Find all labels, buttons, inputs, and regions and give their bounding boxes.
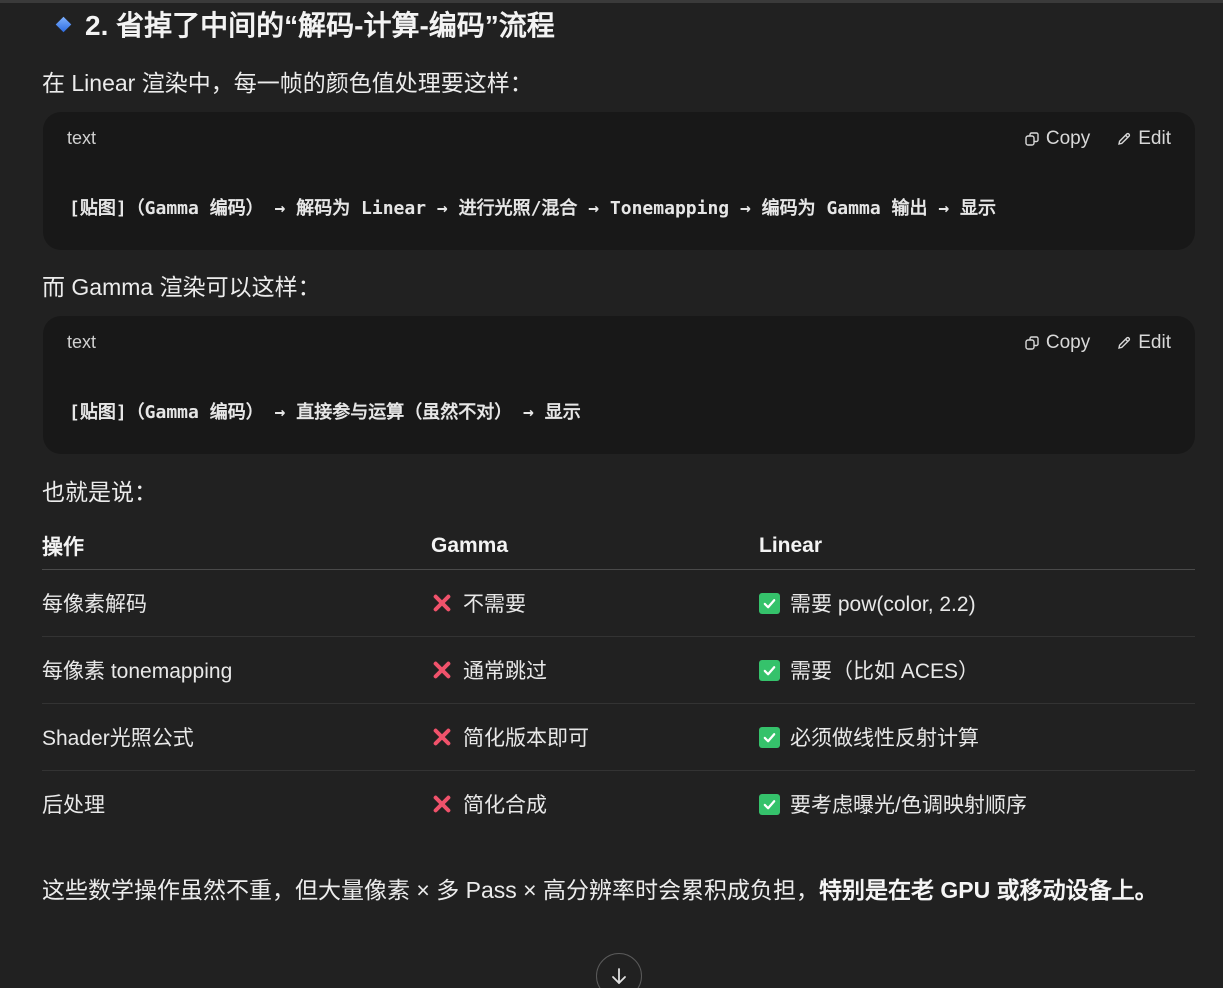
- header-operation: 操作: [42, 535, 84, 559]
- table-row: 后处理 简化合成 要考虑曝光/色调映射顺序: [42, 771, 1195, 837]
- cell-linear-text: 需要（比如 ACES）: [790, 660, 980, 683]
- section-heading: 2. 省掉了中间的“解码-计算-编码”流程: [54, 2, 555, 46]
- cell-linear-text: 需要 pow(color, 2.2): [790, 593, 976, 616]
- copy-icon: [1025, 336, 1039, 350]
- header-gamma: Gamma: [431, 533, 509, 557]
- paragraph-linear-intro: 在 Linear 渲染中，每一帧的颜色值处理要这样：: [42, 70, 533, 96]
- table-row: 每像素 tonemapping 通常跳过 需要（比如 ACES）: [42, 637, 1195, 704]
- edit-button[interactable]: Edit: [1116, 128, 1171, 150]
- cell-operation: 每像素解码: [42, 593, 147, 616]
- cell-linear: 要考虑曝光/色调映射顺序: [759, 789, 1195, 819]
- chat-response: 2. 省掉了中间的“解码-计算-编码”流程 在 Linear 渲染中，每一帧的颜…: [0, 0, 1223, 988]
- summary-emphasis: 特别是在老 GPU 或移动设备上。: [818, 877, 1158, 903]
- cell-gamma: 简化版本即可: [431, 722, 759, 752]
- code-block-gamma: text Copy Edit [贴图]（Gamma 编码） → 直接参与运算（虽…: [43, 316, 1195, 454]
- cell-linear: 必须做线性反射计算: [759, 722, 1195, 752]
- cell-operation: 每像素 tonemapping: [42, 660, 233, 683]
- cell-operation: Shader光照公式: [42, 727, 194, 750]
- cell-operation: 后处理: [42, 794, 105, 817]
- cell-linear: 需要 pow(color, 2.2): [759, 588, 1195, 618]
- green-check-icon: [759, 592, 780, 614]
- cell-linear: 需要（比如 ACES）: [759, 655, 1195, 685]
- code-language-label: text: [67, 128, 97, 148]
- pencil-icon: [1118, 336, 1131, 349]
- cell-gamma-text: 不需要: [463, 593, 526, 616]
- pencil-icon: [1118, 132, 1131, 145]
- cell-linear-text: 要考虑曝光/色调映射顺序: [790, 794, 1027, 817]
- cell-gamma: 简化合成: [431, 789, 759, 819]
- code-actions: Copy Edit: [1024, 332, 1171, 354]
- green-check-icon: [759, 659, 780, 681]
- cell-gamma: 不需要: [431, 588, 759, 618]
- red-cross-icon: [431, 659, 453, 681]
- code-language-label: text: [67, 332, 97, 352]
- paragraph-gamma-intro: 而 Gamma 渲染可以这样：: [42, 274, 321, 300]
- comparison-table: 操作 Gamma Linear 每像素解码 不需要 需要 pow(color, …: [42, 522, 1195, 837]
- summary-paragraph: 这些数学操作虽然不重，但大量像素 × 多 Pass × 高分辨率时会累积成负担，…: [42, 868, 1192, 912]
- copy-icon: [1025, 132, 1039, 146]
- copy-button[interactable]: Copy: [1024, 332, 1090, 354]
- blue-diamond-icon: [55, 16, 72, 32]
- code-actions: Copy Edit: [1024, 128, 1171, 150]
- table-row: Shader光照公式 简化版本即可 必须做线性反射计算: [42, 704, 1195, 771]
- red-cross-icon: [431, 726, 453, 748]
- green-check-icon: [759, 793, 780, 815]
- code-line: [贴图]（Gamma 编码） → 解码为 Linear → 进行光照/混合 → …: [69, 198, 997, 219]
- summary-text: 这些数学操作虽然不重，但大量像素 × 多 Pass × 高分辨率时会累积成负担，: [42, 877, 819, 903]
- red-cross-icon: [431, 793, 453, 815]
- heading-text: 2. 省掉了中间的“解码-计算-编码”流程: [85, 10, 555, 41]
- cell-gamma-text: 通常跳过: [463, 660, 547, 683]
- code-line: [贴图]（Gamma 编码） → 直接参与运算（虽然不对） → 显示: [69, 402, 581, 423]
- edit-label: Edit: [1138, 332, 1171, 353]
- table-header: 操作 Gamma Linear: [42, 522, 1195, 570]
- scroll-to-bottom-button[interactable]: [596, 953, 642, 988]
- copy-button[interactable]: Copy: [1024, 128, 1090, 150]
- arrow-down-icon: [612, 968, 626, 984]
- code-block-linear: text Copy Edit [贴图]（Gamma 编码） → 解码为 Line…: [43, 112, 1195, 250]
- cell-gamma-text: 简化合成: [463, 794, 547, 817]
- cell-gamma-text: 简化版本即可: [463, 727, 589, 750]
- cell-gamma: 通常跳过: [431, 655, 759, 685]
- header-linear: Linear: [759, 533, 823, 557]
- green-check-icon: [759, 726, 780, 748]
- paragraph-in-other-words: 也就是说：: [42, 479, 157, 505]
- cell-linear-text: 必须做线性反射计算: [790, 727, 979, 750]
- edit-label: Edit: [1138, 128, 1171, 149]
- copy-label: Copy: [1045, 128, 1091, 149]
- table-row: 每像素解码 不需要 需要 pow(color, 2.2): [42, 570, 1195, 637]
- red-cross-icon: [431, 592, 453, 614]
- copy-label: Copy: [1045, 332, 1091, 353]
- edit-button[interactable]: Edit: [1116, 332, 1171, 354]
